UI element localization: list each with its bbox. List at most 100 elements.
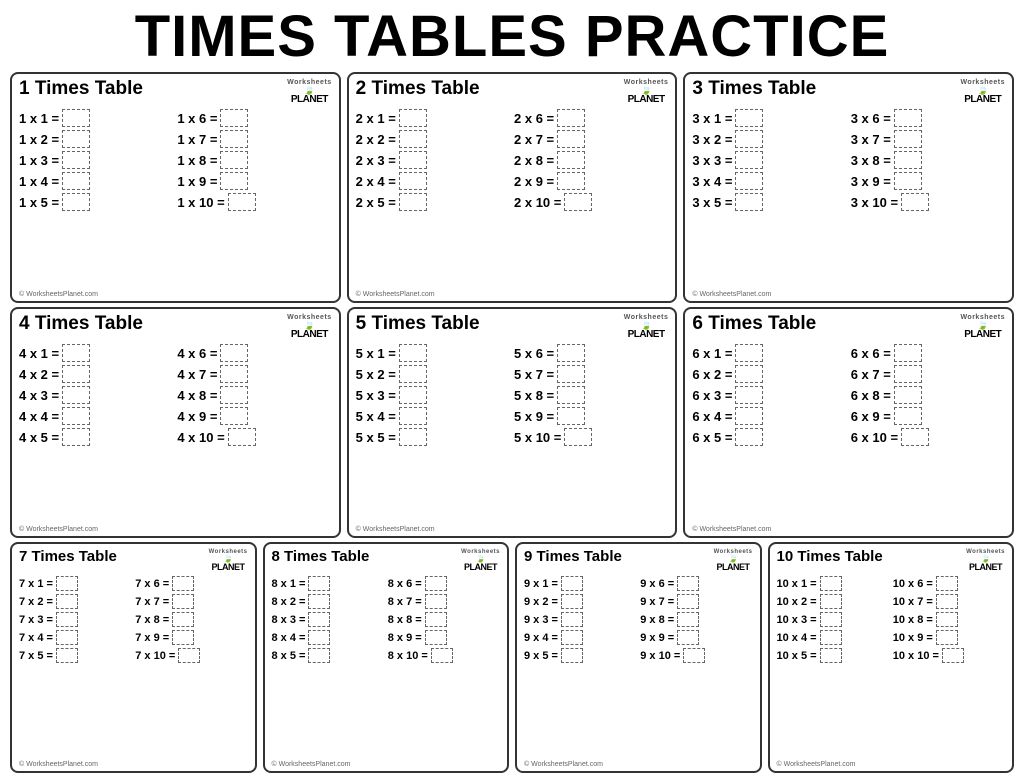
answer-box[interactable] — [431, 648, 453, 663]
answer-box[interactable] — [308, 612, 330, 627]
answer-box[interactable] — [178, 648, 200, 663]
answer-box[interactable] — [399, 151, 427, 169]
answer-box[interactable] — [894, 151, 922, 169]
answer-box[interactable] — [901, 193, 929, 211]
answer-box[interactable] — [56, 576, 78, 591]
answer-box[interactable] — [820, 576, 842, 591]
answer-box[interactable] — [56, 612, 78, 627]
answer-box[interactable] — [735, 193, 763, 211]
answer-box[interactable] — [62, 344, 90, 362]
answer-box[interactable] — [820, 594, 842, 609]
answer-box[interactable] — [308, 576, 330, 591]
answer-box[interactable] — [735, 151, 763, 169]
answer-box[interactable] — [56, 594, 78, 609]
answer-box[interactable] — [399, 344, 427, 362]
answer-box[interactable] — [399, 193, 427, 211]
answer-box[interactable] — [220, 365, 248, 383]
answer-box[interactable] — [425, 630, 447, 645]
answer-box[interactable] — [399, 386, 427, 404]
answer-box[interactable] — [172, 576, 194, 591]
answer-box[interactable] — [557, 386, 585, 404]
answer-box[interactable] — [894, 172, 922, 190]
answer-box[interactable] — [735, 130, 763, 148]
answer-box[interactable] — [677, 594, 699, 609]
answer-box[interactable] — [561, 576, 583, 591]
answer-box[interactable] — [308, 594, 330, 609]
answer-box[interactable] — [820, 612, 842, 627]
answer-box[interactable] — [220, 109, 248, 127]
answer-box[interactable] — [62, 130, 90, 148]
answer-box[interactable] — [894, 407, 922, 425]
answer-box[interactable] — [735, 109, 763, 127]
answer-box[interactable] — [62, 407, 90, 425]
answer-box[interactable] — [901, 428, 929, 446]
answer-box[interactable] — [220, 344, 248, 362]
answer-box[interactable] — [557, 407, 585, 425]
answer-box[interactable] — [561, 612, 583, 627]
answer-box[interactable] — [557, 151, 585, 169]
answer-box[interactable] — [677, 612, 699, 627]
answer-box[interactable] — [561, 630, 583, 645]
answer-box[interactable] — [62, 109, 90, 127]
answer-box[interactable] — [564, 193, 592, 211]
answer-box[interactable] — [735, 407, 763, 425]
answer-box[interactable] — [62, 151, 90, 169]
answer-box[interactable] — [399, 130, 427, 148]
answer-box[interactable] — [820, 648, 842, 663]
answer-box[interactable] — [820, 630, 842, 645]
answer-box[interactable] — [399, 428, 427, 446]
answer-box[interactable] — [894, 344, 922, 362]
answer-box[interactable] — [220, 407, 248, 425]
answer-box[interactable] — [677, 576, 699, 591]
answer-box[interactable] — [220, 172, 248, 190]
answer-box[interactable] — [399, 172, 427, 190]
answer-box[interactable] — [894, 130, 922, 148]
answer-box[interactable] — [936, 576, 958, 591]
answer-box[interactable] — [735, 386, 763, 404]
answer-box[interactable] — [399, 365, 427, 383]
answer-box[interactable] — [56, 648, 78, 663]
answer-box[interactable] — [62, 365, 90, 383]
answer-box[interactable] — [936, 612, 958, 627]
answer-box[interactable] — [557, 130, 585, 148]
answer-box[interactable] — [220, 130, 248, 148]
answer-box[interactable] — [942, 648, 964, 663]
answer-box[interactable] — [399, 407, 427, 425]
answer-box[interactable] — [228, 193, 256, 211]
answer-box[interactable] — [557, 344, 585, 362]
answer-box[interactable] — [425, 612, 447, 627]
answer-box[interactable] — [936, 594, 958, 609]
answer-box[interactable] — [735, 172, 763, 190]
answer-box[interactable] — [557, 172, 585, 190]
answer-box[interactable] — [308, 648, 330, 663]
answer-box[interactable] — [561, 594, 583, 609]
answer-box[interactable] — [172, 594, 194, 609]
answer-box[interactable] — [557, 109, 585, 127]
answer-box[interactable] — [894, 386, 922, 404]
answer-box[interactable] — [425, 594, 447, 609]
answer-box[interactable] — [399, 109, 427, 127]
answer-box[interactable] — [62, 386, 90, 404]
answer-box[interactable] — [894, 109, 922, 127]
answer-box[interactable] — [62, 428, 90, 446]
answer-box[interactable] — [735, 428, 763, 446]
answer-box[interactable] — [894, 365, 922, 383]
answer-box[interactable] — [735, 365, 763, 383]
answer-box[interactable] — [425, 576, 447, 591]
answer-box[interactable] — [172, 612, 194, 627]
answer-box[interactable] — [228, 428, 256, 446]
answer-box[interactable] — [735, 344, 763, 362]
answer-box[interactable] — [557, 365, 585, 383]
answer-box[interactable] — [62, 193, 90, 211]
answer-box[interactable] — [936, 630, 958, 645]
answer-box[interactable] — [683, 648, 705, 663]
answer-box[interactable] — [56, 630, 78, 645]
answer-box[interactable] — [308, 630, 330, 645]
answer-box[interactable] — [220, 151, 248, 169]
answer-box[interactable] — [172, 630, 194, 645]
answer-box[interactable] — [677, 630, 699, 645]
answer-box[interactable] — [62, 172, 90, 190]
answer-box[interactable] — [561, 648, 583, 663]
answer-box[interactable] — [220, 386, 248, 404]
answer-box[interactable] — [564, 428, 592, 446]
